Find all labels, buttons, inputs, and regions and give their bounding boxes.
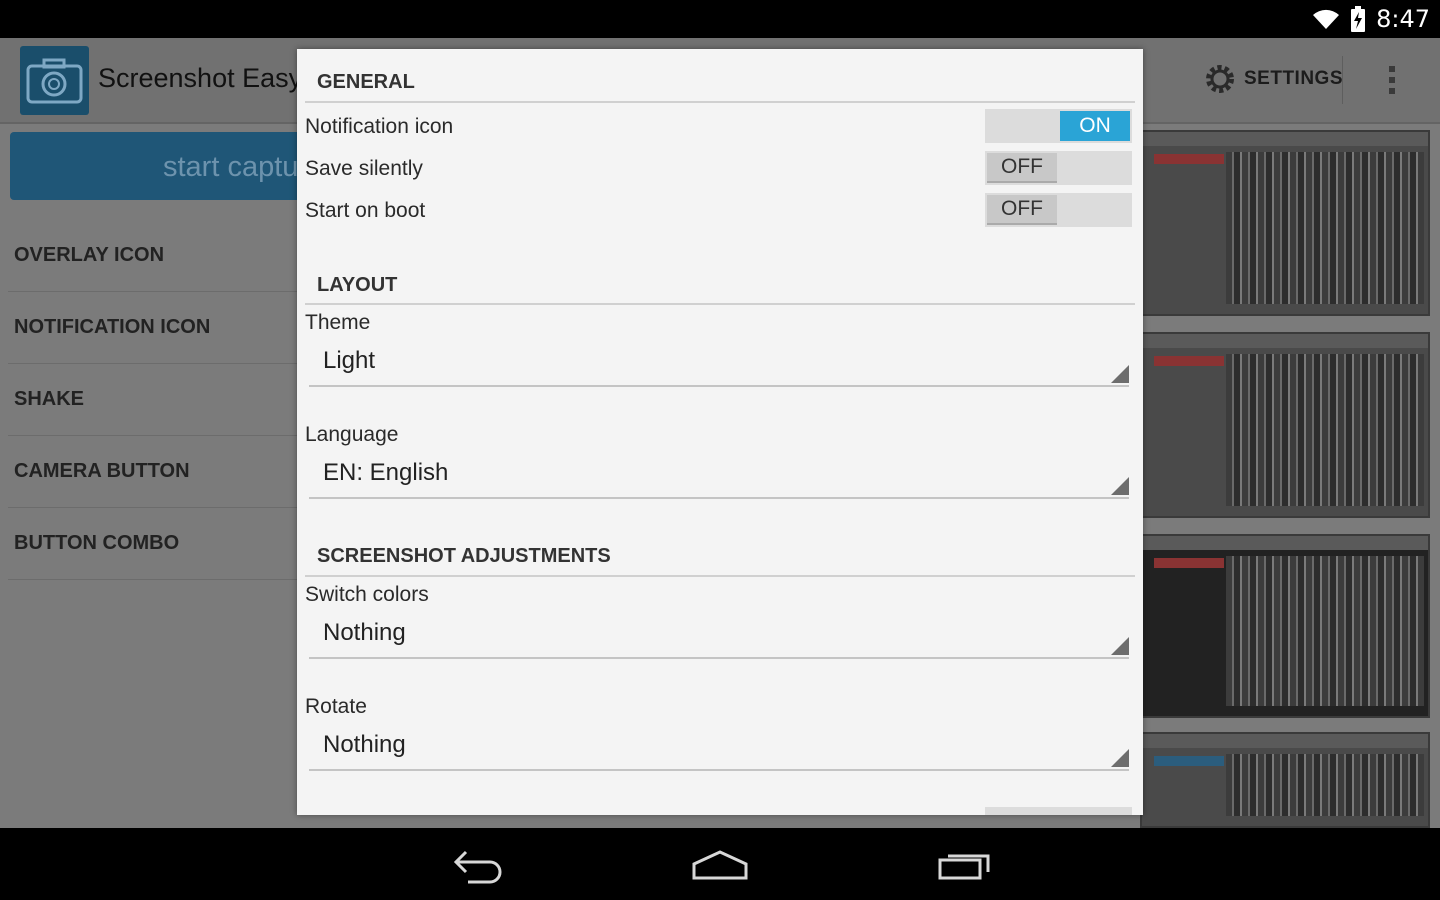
- section-header-screenshot-adjustments: SCREENSHOT ADJUSTMENTS: [317, 545, 611, 567]
- overflow-menu-icon[interactable]: [1383, 64, 1401, 96]
- menu-item-notification-icon[interactable]: NOTIFICATION ICON: [8, 292, 304, 364]
- partial-toggle[interactable]: [985, 807, 1132, 815]
- start-capture-label: start captu: [163, 151, 299, 183]
- rotate-value: Nothing: [323, 731, 406, 758]
- start-on-boot-label: Start on boot: [305, 199, 426, 222]
- back-icon[interactable]: [448, 842, 508, 886]
- save-silently-label: Save silently: [305, 157, 423, 180]
- menu-item-shake[interactable]: SHAKE: [8, 364, 304, 436]
- menu-item-button-combo[interactable]: BUTTON COMBO: [8, 508, 304, 580]
- notification-icon-label: Notification icon: [305, 115, 454, 138]
- settings-dialog: GENERAL Notification icon ON Save silent…: [297, 49, 1143, 815]
- gear-icon: [1206, 65, 1234, 93]
- battery-charging-icon: [1351, 6, 1366, 32]
- screenshot-thumbnail[interactable]: [1140, 332, 1430, 518]
- section-header-general: GENERAL: [317, 71, 415, 93]
- theme-value: Light: [323, 347, 376, 374]
- start-capture-button[interactable]: start captu: [10, 132, 310, 200]
- settings-action[interactable]: SETTINGS: [1204, 63, 1343, 95]
- theme-spinner[interactable]: Light: [309, 339, 1129, 387]
- notification-icon-toggle[interactable]: ON: [985, 109, 1132, 143]
- home-icon[interactable]: [690, 842, 750, 886]
- wifi-icon: [1313, 9, 1340, 29]
- status-bar: 8:47: [0, 0, 1440, 38]
- dropdown-arrow-icon: [1111, 365, 1129, 383]
- language-value: EN: English: [323, 459, 449, 486]
- section-header-layout: LAYOUT: [317, 274, 398, 296]
- toggle-state: ON: [1060, 111, 1130, 141]
- toggle-state: OFF: [987, 195, 1057, 225]
- menu-item-overlay-icon[interactable]: OVERLAY ICON: [8, 220, 304, 292]
- screenshot-thumbnail[interactable]: [1140, 534, 1430, 718]
- switch-colors-value: Nothing: [323, 619, 406, 646]
- language-label: Language: [305, 423, 399, 446]
- app-title: Screenshot Easy: [98, 63, 303, 93]
- rotate-spinner[interactable]: Nothing: [309, 723, 1129, 771]
- dropdown-arrow-icon: [1111, 637, 1129, 655]
- dropdown-arrow-icon: [1111, 749, 1129, 767]
- switch-colors-spinner[interactable]: Nothing: [309, 611, 1129, 659]
- rotate-label: Rotate: [305, 695, 367, 718]
- language-spinner[interactable]: EN: English: [309, 451, 1129, 499]
- menu-item-camera-button[interactable]: CAMERA BUTTON: [8, 436, 304, 508]
- section-divider: [305, 101, 1135, 103]
- section-divider: [305, 575, 1135, 577]
- save-silently-toggle[interactable]: OFF: [985, 151, 1132, 185]
- recent-apps-icon[interactable]: [934, 842, 994, 886]
- clock: 8:47: [1376, 5, 1430, 33]
- section-divider: [305, 303, 1135, 305]
- dropdown-arrow-icon: [1111, 477, 1129, 495]
- status-icons: 8:47: [1312, 0, 1430, 38]
- screenshot-thumbnail[interactable]: [1140, 130, 1430, 316]
- settings-menu-list: OVERLAY ICON NOTIFICATION ICON SHAKE CAM…: [8, 220, 304, 580]
- screenshot-thumbnail[interactable]: [1140, 732, 1430, 828]
- switch-colors-label: Switch colors: [305, 583, 429, 606]
- toggle-state: OFF: [987, 153, 1057, 183]
- app-icon[interactable]: [20, 46, 89, 115]
- settings-label: SETTINGS: [1244, 68, 1344, 89]
- theme-label: Theme: [305, 311, 371, 334]
- camera-icon: [26, 58, 83, 104]
- action-divider: [1342, 56, 1343, 104]
- navigation-bar: [0, 828, 1440, 900]
- start-on-boot-toggle[interactable]: OFF: [985, 193, 1132, 227]
